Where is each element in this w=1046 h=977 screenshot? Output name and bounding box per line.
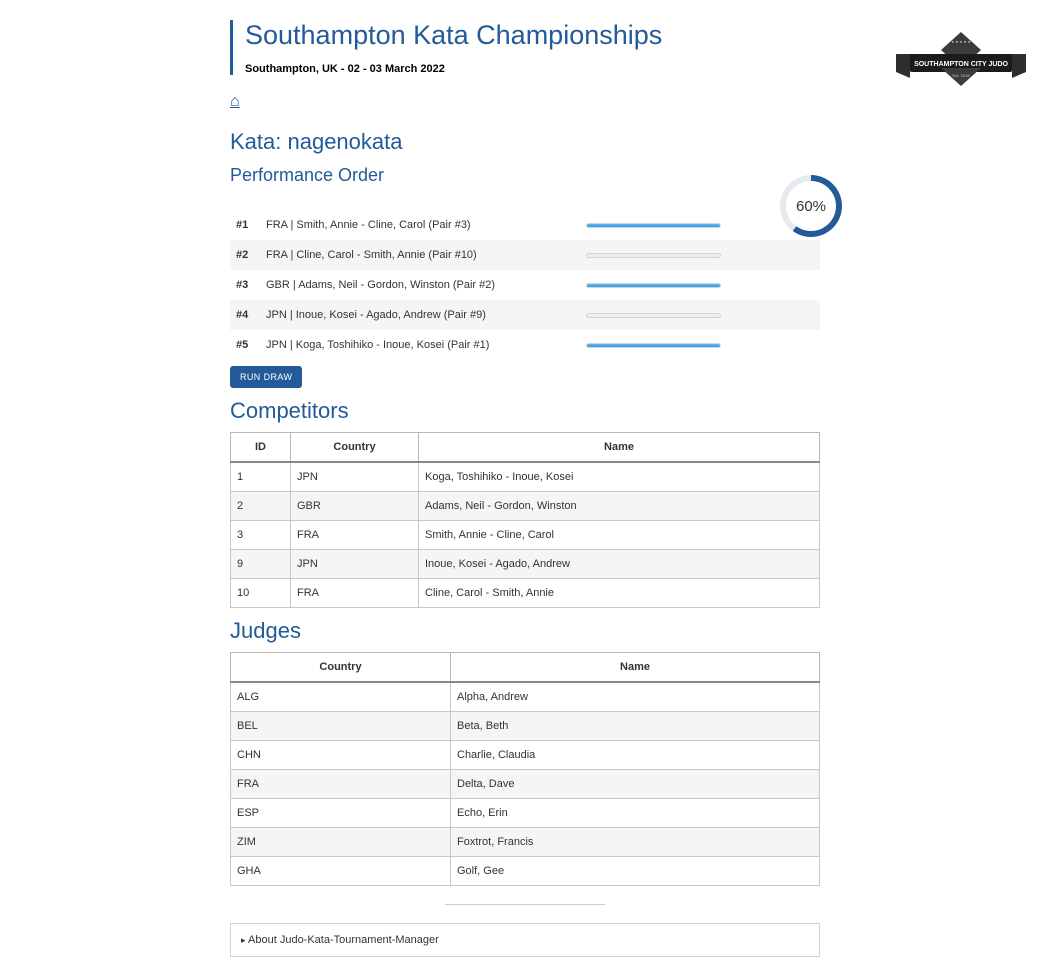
table-row: BELBeta, Beth	[231, 712, 820, 741]
logo-stars: ★ ★ ★ ★ ★	[951, 40, 971, 44]
about-panel[interactable]: About Judo-Kata-Tournament-Manager	[230, 923, 820, 957]
performance-row[interactable]: #2FRA | Cline, Carol - Smith, Annie (Pai…	[230, 240, 820, 270]
home-icon[interactable]: ⌂	[230, 93, 240, 111]
competitor-name: Inoue, Kosei - Agado, Andrew	[419, 550, 820, 579]
judge-country: FRA	[231, 770, 451, 799]
judge-country: CHN	[231, 741, 451, 770]
judges-col-name: Name	[451, 653, 820, 683]
competitors-col-id: ID	[231, 433, 291, 463]
competitor-id: 2	[231, 492, 291, 521]
performance-label: FRA | Cline, Carol - Smith, Annie (Pair …	[266, 249, 586, 261]
performance-index: #3	[236, 279, 266, 291]
judge-country: ZIM	[231, 828, 451, 857]
logo-est-text: Est. 2019	[953, 73, 971, 78]
performance-label: JPN | Inoue, Kosei - Agado, Andrew (Pair…	[266, 309, 586, 321]
competitor-id: 3	[231, 521, 291, 550]
performance-row[interactable]: #1FRA | Smith, Annie - Cline, Carol (Pai…	[230, 210, 820, 240]
performance-index: #2	[236, 249, 266, 261]
judges-heading: Judges	[230, 618, 820, 644]
performance-progress	[586, 283, 721, 288]
judge-name: Charlie, Claudia	[451, 741, 820, 770]
performance-label: GBR | Adams, Neil - Gordon, Winston (Pai…	[266, 279, 586, 291]
about-label: About Judo-Kata-Tournament-Manager	[241, 934, 439, 946]
judge-name: Foxtrot, Francis	[451, 828, 820, 857]
judges-col-country: Country	[231, 653, 451, 683]
table-row: ALGAlpha, Andrew	[231, 682, 820, 712]
judge-name: Beta, Beth	[451, 712, 820, 741]
judge-country: BEL	[231, 712, 451, 741]
competitor-country: GBR	[291, 492, 419, 521]
competitor-id: 1	[231, 462, 291, 492]
table-row: ESPEcho, Erin	[231, 799, 820, 828]
competitor-name: Koga, Toshihiko - Inoue, Kosei	[419, 462, 820, 492]
competitor-id: 10	[231, 579, 291, 608]
progress-label: 60%	[786, 181, 836, 231]
competitor-name: Adams, Neil - Gordon, Winston	[419, 492, 820, 521]
performance-index: #1	[236, 219, 266, 231]
divider	[445, 904, 605, 905]
judge-name: Golf, Gee	[451, 857, 820, 886]
competitors-table: ID Country Name 1JPNKoga, Toshihiko - In…	[230, 432, 820, 608]
performance-label: FRA | Smith, Annie - Cline, Carol (Pair …	[266, 219, 586, 231]
judges-table: Country Name ALGAlpha, AndrewBELBeta, Be…	[230, 652, 820, 886]
judge-country: GHA	[231, 857, 451, 886]
table-row: CHNCharlie, Claudia	[231, 741, 820, 770]
performance-progress	[586, 253, 721, 258]
performance-progress	[586, 343, 721, 348]
logo-main-text: SOUTHAMPTON CITY JUDO	[914, 61, 1008, 68]
competitors-col-name: Name	[419, 433, 820, 463]
table-row: 2GBRAdams, Neil - Gordon, Winston	[231, 492, 820, 521]
performance-progress	[586, 313, 721, 318]
performance-index: #5	[236, 339, 266, 351]
competitors-heading: Competitors	[230, 398, 820, 424]
judge-name: Delta, Dave	[451, 770, 820, 799]
competitor-name: Cline, Carol - Smith, Annie	[419, 579, 820, 608]
performance-progress	[586, 223, 721, 228]
performance-order-heading: Performance Order	[230, 165, 820, 186]
judge-country: ALG	[231, 682, 451, 712]
run-draw-button[interactable]: RUN DRAW	[230, 366, 302, 388]
progress-ring: 60%	[780, 175, 842, 237]
competitor-name: Smith, Annie - Cline, Carol	[419, 521, 820, 550]
judge-country: ESP	[231, 799, 451, 828]
competitor-country: FRA	[291, 521, 419, 550]
table-row: 9JPNInoue, Kosei - Agado, Andrew	[231, 550, 820, 579]
table-row: 3FRASmith, Annie - Cline, Carol	[231, 521, 820, 550]
performance-index: #4	[236, 309, 266, 321]
table-row: ZIMFoxtrot, Francis	[231, 828, 820, 857]
table-row: 10FRACline, Carol - Smith, Annie	[231, 579, 820, 608]
page-title: Southampton Kata Championships	[245, 20, 820, 51]
kata-heading: Kata: nagenokata	[230, 129, 820, 155]
judge-name: Alpha, Andrew	[451, 682, 820, 712]
competitor-country: FRA	[291, 579, 419, 608]
performance-list: #1FRA | Smith, Annie - Cline, Carol (Pai…	[230, 210, 820, 360]
page-subtitle: Southampton, UK - 02 - 03 March 2022	[245, 63, 820, 75]
performance-row[interactable]: #3GBR | Adams, Neil - Gordon, Winston (P…	[230, 270, 820, 300]
table-row: FRADelta, Dave	[231, 770, 820, 799]
club-logo: ★ ★ ★ ★ ★ SOUTHAMPTON CITY JUDO Est. 201…	[896, 30, 1026, 100]
competitor-id: 9	[231, 550, 291, 579]
performance-row[interactable]: #4JPN | Inoue, Kosei - Agado, Andrew (Pa…	[230, 300, 820, 330]
competitor-country: JPN	[291, 550, 419, 579]
performance-row[interactable]: #5JPN | Koga, Toshihiko - Inoue, Kosei (…	[230, 330, 820, 360]
table-row: GHAGolf, Gee	[231, 857, 820, 886]
table-row: 1JPNKoga, Toshihiko - Inoue, Kosei	[231, 462, 820, 492]
competitor-country: JPN	[291, 462, 419, 492]
judge-name: Echo, Erin	[451, 799, 820, 828]
competitors-col-country: Country	[291, 433, 419, 463]
performance-label: JPN | Koga, Toshihiko - Inoue, Kosei (Pa…	[266, 339, 586, 351]
